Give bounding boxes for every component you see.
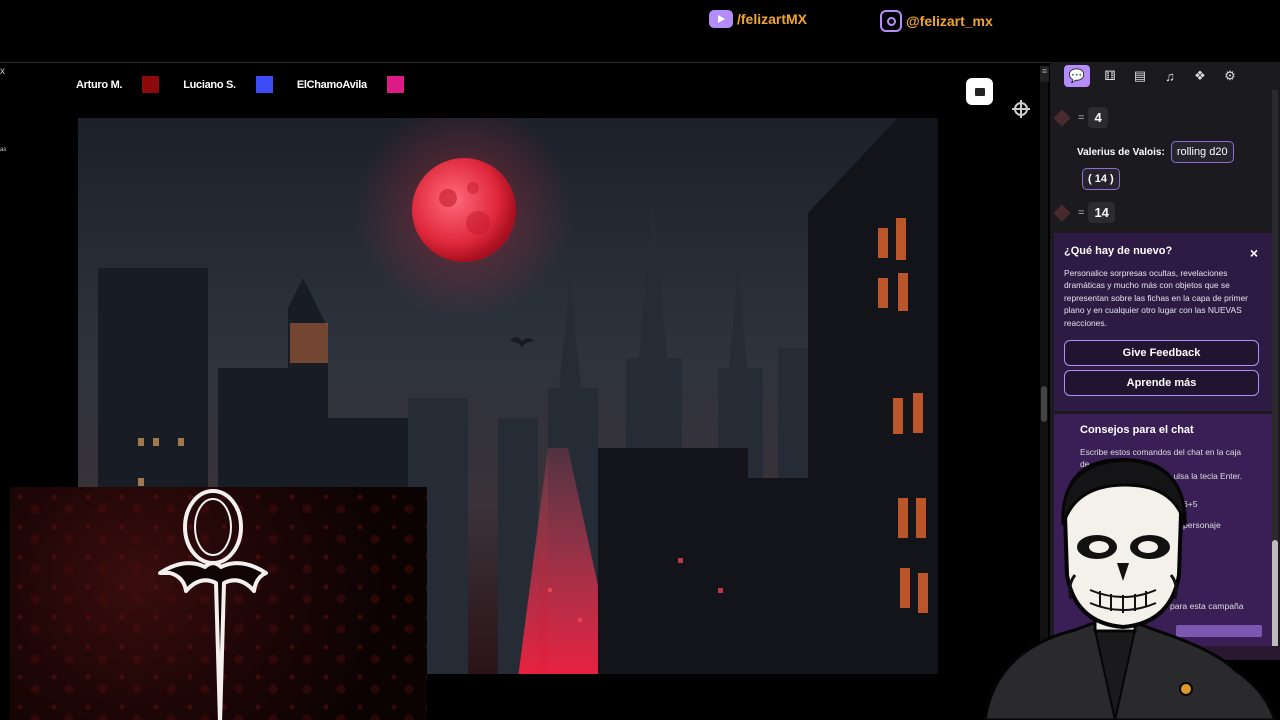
youtube-link: /felizartMX (709, 10, 807, 28)
camera-icon (974, 87, 985, 96)
roll-result-previous: = 4 (1053, 107, 1108, 128)
player-name: Luciano S. (183, 78, 236, 91)
chat-message: Valerius de Valois: rolling d20 (1077, 141, 1234, 163)
blood-moon (412, 158, 516, 262)
close-icon[interactable]: × (1250, 245, 1258, 261)
instagram-link: @felizart_mx (880, 10, 993, 32)
chat-icon[interactable]: 💬 (1064, 65, 1090, 87)
learn-more-button[interactable]: Aprende más (1064, 370, 1259, 396)
equals-sign: = (1078, 206, 1085, 219)
player-list: Arturo M. Luciano S. ElChamoAvila (76, 76, 404, 93)
crosshair-icon[interactable] (1012, 100, 1030, 118)
left-edge-controls: x as (0, 66, 8, 153)
stream-banner: /felizartMX @felizart_mx (0, 0, 1280, 62)
player-item[interactable]: Arturo M. (76, 76, 160, 93)
player-name: ElChamoAvila (296, 78, 367, 91)
chat-tips-title: Consejos para el chat (1080, 424, 1194, 436)
avatar-icon (1053, 109, 1071, 126)
player-color-swatch (142, 76, 160, 93)
instagram-icon (880, 10, 902, 32)
close-icon[interactable]: x (0, 66, 8, 77)
whats-new-panel: ¿Qué hay de nuevo? × Personalice sorpres… (1054, 233, 1272, 411)
roll-result: = 14 (1053, 202, 1115, 223)
sidebar-toolbar: 💬 ⚅ ▤ ♫ ❖ ⚙ (1064, 64, 1240, 88)
roll-command: rolling d20 (1170, 141, 1234, 163)
whats-new-title: ¿Qué hay de nuevo? (1064, 245, 1173, 257)
dice-icon[interactable]: ⚅ (1100, 65, 1120, 87)
instagram-handle: @felizart_mx (906, 13, 993, 29)
music-icon[interactable]: ♫ (1160, 65, 1180, 87)
camera-button[interactable] (966, 78, 993, 105)
menu-icon[interactable]: ≡ (1040, 66, 1049, 82)
avatar-icon (1053, 204, 1071, 221)
player-color-swatch (255, 76, 273, 93)
roll-total: 14 (1088, 202, 1115, 223)
canvas-scrollbar-thumb[interactable] (1041, 386, 1047, 422)
player-color-swatch (386, 76, 404, 93)
ankh-icon (158, 489, 268, 720)
ankh-overlay-panel (10, 487, 427, 720)
roll-total: 4 (1088, 107, 1108, 128)
message-sender: Valerius de Valois: (1077, 146, 1165, 158)
player-name: Arturo M. (76, 78, 123, 91)
settings-icon[interactable]: ⚙ (1220, 65, 1240, 87)
roll-breakdown[interactable]: ( 14 ) (1082, 168, 1120, 190)
youtube-icon (709, 10, 733, 28)
journal-icon[interactable]: ▤ (1130, 65, 1150, 87)
whats-new-body: Personalice sorpresas ocultas, revelacio… (1064, 268, 1248, 328)
equals-sign: = (1078, 111, 1085, 124)
youtube-handle: /felizartMX (737, 11, 808, 27)
player-item[interactable]: Luciano S. (183, 76, 273, 93)
give-feedback-button[interactable]: Give Feedback (1064, 340, 1259, 366)
collections-icon[interactable]: ❖ (1190, 65, 1210, 87)
player-item[interactable]: ElChamoAvila (297, 76, 404, 93)
streamer-avatar (983, 457, 1277, 720)
left-edge-fragment: as (0, 147, 7, 153)
